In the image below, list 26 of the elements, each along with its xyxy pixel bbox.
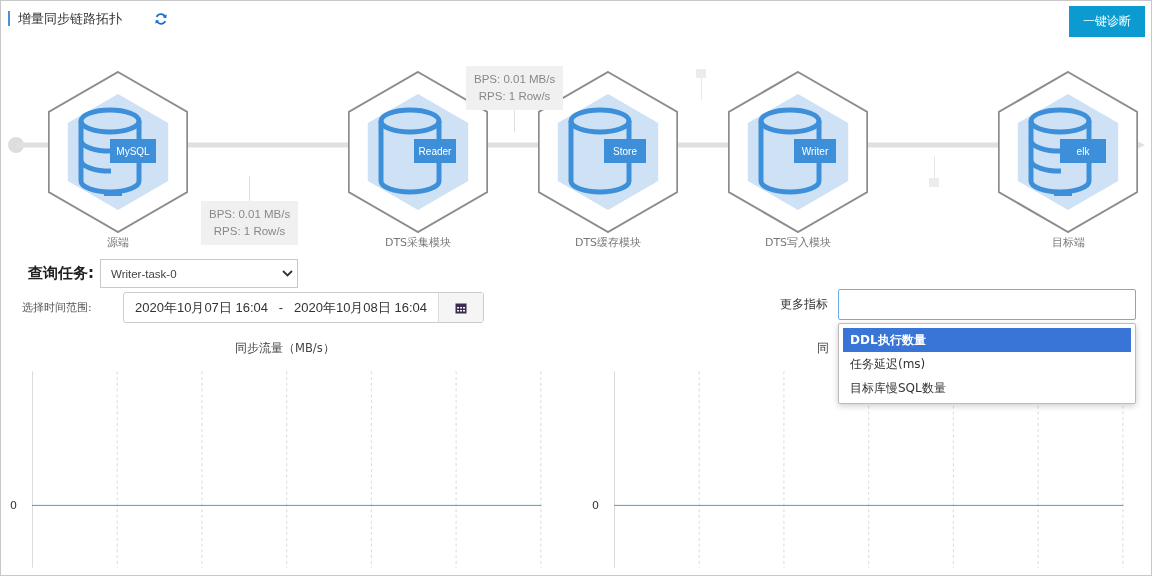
database-node-drawing[interactable]: elk — [998, 71, 1138, 233]
chevron-icon — [282, 270, 293, 277]
dropdown-option[interactable]: 目标库慢SQL数量 — [843, 376, 1131, 400]
module-node-drawing[interactable]: Writer — [728, 71, 868, 233]
query-label: 查询任务: — [28, 264, 94, 283]
more-metrics-label: 更多指标 — [780, 296, 828, 313]
database-node-drawing[interactable]: MySQL — [48, 71, 188, 233]
task-select[interactable]: Writer-task-0 — [100, 259, 298, 288]
dropdown-option[interactable]: 任务延迟(ms) — [843, 352, 1131, 376]
time-range-label: 选择时间范围: — [22, 300, 93, 315]
node-label: DTS缓存模块 — [574, 235, 642, 250]
y-axis-tick: 0 — [9, 499, 18, 512]
y-axis-tick: 0 — [591, 499, 600, 512]
node-label: 目标端 — [1051, 235, 1085, 250]
node-label: 源端 — [107, 235, 129, 250]
refresh-icon[interactable] — [154, 11, 168, 26]
node-label: DTS写入模块 — [764, 235, 832, 250]
more-metrics-field[interactable] — [838, 289, 1136, 320]
dropdown-option[interactable]: DDL执行数量 — [843, 328, 1131, 352]
page-title: 增量同步链路拓扑 — [18, 9, 122, 28]
diagnose-button[interactable]: 一键诊断 — [1069, 6, 1145, 37]
chart-title: 同步流量（MB/s） — [234, 341, 335, 357]
bps-text: BPS: 0.01 MB/s — [209, 207, 291, 222]
node-label: DTS采集模块 — [384, 235, 452, 250]
rps-text: RPS: 1 Row/s — [213, 224, 286, 239]
chart-title: 同 — [816, 341, 829, 357]
